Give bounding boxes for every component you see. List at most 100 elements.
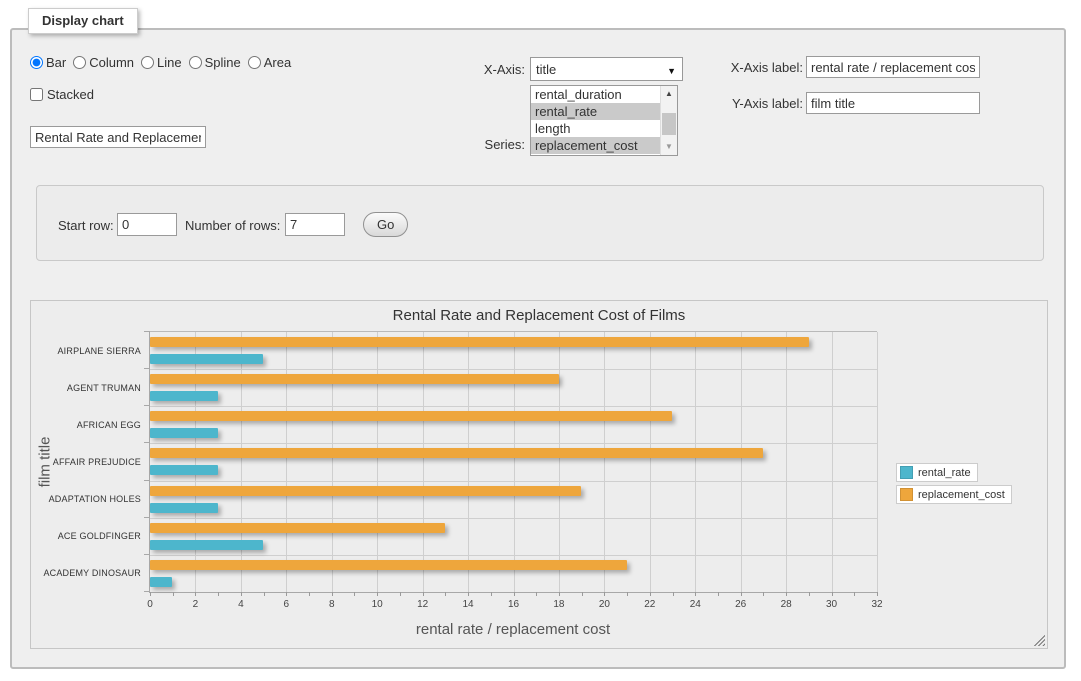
- x-axis-tick: [763, 592, 764, 596]
- x-axis-tick-label: 8: [329, 599, 335, 610]
- legend-swatch-icon: [900, 488, 913, 501]
- start-row-label: Start row:: [58, 218, 114, 233]
- x-axis-tick: [173, 592, 174, 596]
- x-axis-tick-label: 28: [781, 599, 792, 610]
- series-option-rental_rate[interactable]: rental_rate: [531, 103, 660, 120]
- bar-replacement_cost: [150, 448, 763, 458]
- x-axis-tick-label: 30: [826, 599, 837, 610]
- stacked-checkbox[interactable]: [30, 88, 43, 101]
- x-axis-tick: [854, 592, 855, 596]
- chart-type-option-label: Line: [157, 55, 182, 70]
- bar-rental_rate: [150, 428, 218, 438]
- bar-rental_rate: [150, 354, 263, 364]
- chart-type-radio-area[interactable]: [248, 56, 261, 69]
- x-axis-tick: [877, 592, 878, 596]
- bar-rental_rate: [150, 503, 218, 513]
- chart-type-option-label: Area: [264, 55, 291, 70]
- x-axis-select-label: X-Axis:: [445, 62, 525, 77]
- x-axis-tick: [195, 592, 196, 596]
- stacked-label: Stacked: [47, 87, 94, 102]
- chart-type-option-area[interactable]: Area: [248, 55, 291, 70]
- chart-title: Rental Rate and Replacement Cost of Film…: [31, 307, 1047, 324]
- start-row-input[interactable]: [117, 213, 177, 236]
- x-axis-label-input[interactable]: [806, 56, 980, 78]
- chart-type-radio-line[interactable]: [141, 56, 154, 69]
- legend-label: replacement_cost: [918, 489, 1005, 501]
- chart-type-option-bar[interactable]: Bar: [30, 55, 66, 70]
- x-axis-tick: [377, 592, 378, 596]
- x-axis-label-label: X-Axis label:: [711, 60, 803, 75]
- resize-handle-icon[interactable]: [1033, 634, 1045, 646]
- x-axis-tick: [650, 592, 651, 596]
- bar-replacement_cost: [150, 374, 559, 384]
- number-of-rows-input[interactable]: [285, 213, 345, 236]
- x-axis-tick: [445, 592, 446, 596]
- series-listbox[interactable]: rental_durationrental_ratelengthreplacem…: [530, 85, 678, 156]
- y-axis-label-label: Y-Axis label:: [711, 96, 803, 111]
- y-axis-label-input[interactable]: [806, 92, 980, 114]
- x-axis-tick: [809, 592, 810, 596]
- chart-type-option-label: Column: [89, 55, 134, 70]
- x-axis-tick: [332, 592, 333, 596]
- x-axis-tick-label: 2: [193, 599, 199, 610]
- chart-x-axis-title: rental rate / replacement cost: [416, 621, 610, 638]
- series-option-replacement_cost[interactable]: replacement_cost: [531, 137, 660, 154]
- chart-container: Rental Rate and Replacement Cost of Film…: [30, 300, 1048, 649]
- bar-replacement_cost: [150, 523, 445, 533]
- x-axis-tick: [241, 592, 242, 596]
- x-axis-tick: [559, 592, 560, 596]
- chart-type-option-spline[interactable]: Spline: [189, 55, 241, 70]
- scroll-down-icon[interactable]: ▼: [661, 139, 677, 155]
- category-label: AFFAIR PREJUDICE: [53, 457, 141, 467]
- x-axis-tick: [741, 592, 742, 596]
- bar-replacement_cost: [150, 486, 581, 496]
- scrollbar-thumb[interactable]: [662, 113, 676, 135]
- series-option-length[interactable]: length: [531, 120, 660, 137]
- category-label: AGENT TRUMAN: [67, 383, 141, 393]
- x-axis-tick: [491, 592, 492, 596]
- legend-swatch-icon: [900, 466, 913, 479]
- x-axis-tick: [218, 592, 219, 596]
- x-axis-selected-value: title: [536, 62, 556, 77]
- chart-type-radio-spline[interactable]: [189, 56, 202, 69]
- bar-rental_rate: [150, 540, 263, 550]
- chevron-down-icon: ▼: [667, 66, 676, 76]
- x-axis-tick-label: 14: [463, 599, 474, 610]
- series-listbox-items: rental_durationrental_ratelengthreplacem…: [531, 86, 660, 155]
- x-axis-tick-label: 4: [238, 599, 244, 610]
- chart-title-input[interactable]: [30, 126, 206, 148]
- x-axis-tick: [673, 592, 674, 596]
- series-listbox-label: Series:: [445, 137, 525, 152]
- chart-type-radio-column[interactable]: [73, 56, 86, 69]
- x-axis-tick: [150, 592, 151, 596]
- x-axis-tick-label: 24: [690, 599, 701, 610]
- fieldset-legend: Display chart: [28, 8, 138, 34]
- chart-band: AFRICAN EGG: [150, 406, 877, 443]
- chart-type-radio-bar[interactable]: [30, 56, 43, 69]
- chart-type-option-line[interactable]: Line: [141, 55, 182, 70]
- x-axis-tick: [695, 592, 696, 596]
- x-axis-tick: [536, 592, 537, 596]
- x-axis-select[interactable]: title ▼: [530, 57, 683, 81]
- bar-rental_rate: [150, 391, 218, 401]
- stacked-checkbox-row[interactable]: Stacked: [30, 87, 94, 102]
- x-axis-tick: [423, 592, 424, 596]
- bar-replacement_cost: [150, 411, 672, 421]
- x-axis-tick: [286, 592, 287, 596]
- category-label: ACE GOLDFINGER: [58, 531, 141, 541]
- x-axis-tick: [354, 592, 355, 596]
- x-axis-tick-label: 16: [508, 599, 519, 610]
- chart-type-option-column[interactable]: Column: [73, 55, 134, 70]
- scroll-up-icon[interactable]: ▲: [661, 86, 677, 102]
- x-axis-tick: [832, 592, 833, 596]
- go-button[interactable]: Go: [363, 212, 408, 237]
- series-option-rental_duration[interactable]: rental_duration: [531, 86, 660, 103]
- chart-band: AIRPLANE SIERRA: [150, 332, 877, 369]
- bar-rental_rate: [150, 577, 172, 587]
- series-list-scrollbar[interactable]: ▲ ▼: [660, 86, 677, 155]
- category-label: AIRPLANE SIERRA: [57, 346, 141, 356]
- category-label: AFRICAN EGG: [77, 420, 141, 430]
- x-axis-tick: [627, 592, 628, 596]
- x-axis-tick-label: 10: [372, 599, 383, 610]
- x-axis-tick-label: 26: [735, 599, 746, 610]
